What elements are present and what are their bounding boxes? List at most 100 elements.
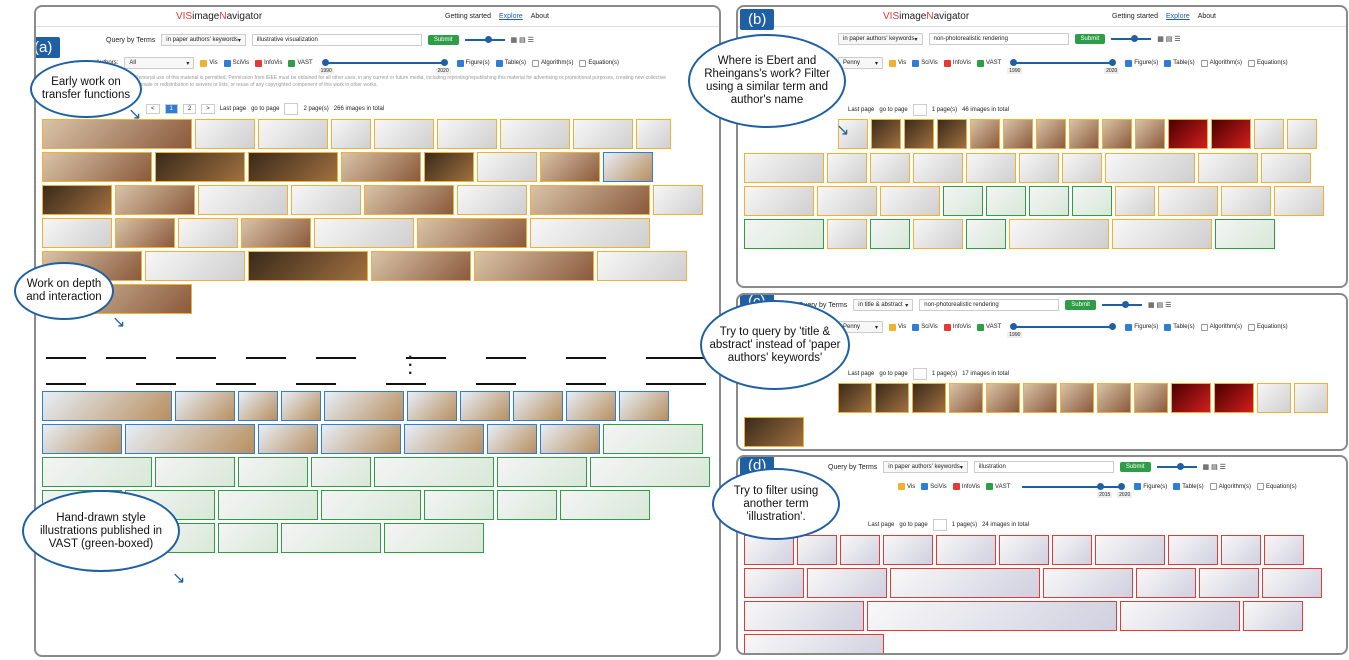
figure-thumbnail[interactable] <box>1062 153 1102 183</box>
figure-thumbnail[interactable] <box>1115 186 1155 216</box>
figure-thumbnail[interactable] <box>324 391 404 421</box>
venue-infovis-checkbox[interactable]: InfoVis <box>255 59 282 67</box>
figure-thumbnail[interactable] <box>1102 119 1132 149</box>
figure-thumbnail[interactable] <box>42 391 172 421</box>
figure-thumbnail[interactable] <box>970 119 1000 149</box>
zoom-slider[interactable] <box>1111 35 1152 42</box>
figure-thumbnail[interactable] <box>364 185 454 215</box>
year-range-slider[interactable]: 1990 <box>1007 323 1117 338</box>
venue-vis-checkbox[interactable]: Vis <box>898 483 915 490</box>
figure-thumbnail[interactable] <box>1257 383 1291 413</box>
go-to-page-input[interactable] <box>912 104 927 116</box>
figure-thumbnail[interactable] <box>374 119 434 149</box>
figure-thumbnail[interactable] <box>1198 153 1258 183</box>
figure-thumbnail[interactable] <box>258 424 318 454</box>
figure-thumbnail[interactable] <box>248 251 368 281</box>
figure-thumbnail[interactable] <box>838 383 872 413</box>
figure-thumbnail[interactable] <box>474 251 594 281</box>
figure-thumbnail[interactable] <box>460 391 510 421</box>
venue-infovis-checkbox[interactable]: InfoVis <box>943 323 971 331</box>
figure-thumbnail[interactable] <box>404 424 484 454</box>
figure-thumbnail[interactable] <box>1009 219 1109 249</box>
figure-thumbnail[interactable] <box>115 185 195 215</box>
figure-thumbnail[interactable] <box>321 490 421 520</box>
figure-thumbnail[interactable] <box>597 251 687 281</box>
figure-thumbnail[interactable] <box>797 535 837 565</box>
page-1-button[interactable]: 1 <box>164 104 178 114</box>
go-to-page-input[interactable] <box>932 519 947 531</box>
figure-thumbnail[interactable] <box>195 119 255 149</box>
venue-vast-checkbox[interactable]: VAST <box>977 59 1001 67</box>
figure-thumbnail[interactable] <box>540 424 600 454</box>
grid-view-icon[interactable]: ▦ ▤ ☰ <box>1203 463 1226 471</box>
figure-thumbnail[interactable] <box>1052 535 1092 565</box>
figure-thumbnail[interactable] <box>198 185 288 215</box>
figure-thumbnail[interactable] <box>424 152 474 182</box>
grid-view-icon[interactable]: ▦ ▤ ☰ <box>1157 35 1180 43</box>
figure-thumbnail[interactable] <box>1105 153 1195 183</box>
figure-thumbnail[interactable] <box>603 152 653 182</box>
figure-thumbnail[interactable] <box>744 601 864 631</box>
nav-getting-started[interactable]: Getting started <box>445 13 491 20</box>
figure-thumbnail[interactable] <box>175 391 235 421</box>
year-range-slider[interactable]: 1990 2020 <box>318 59 451 74</box>
last-page-link[interactable]: Last page <box>220 106 246 112</box>
figure-thumbnail[interactable] <box>540 152 600 182</box>
figure-thumbnail[interactable] <box>437 119 497 149</box>
figure-thumbnail[interactable] <box>1168 119 1208 149</box>
figure-thumbnail[interactable] <box>1135 119 1165 149</box>
figure-thumbnail[interactable] <box>42 424 122 454</box>
venue-infovis-checkbox[interactable]: InfoVis <box>952 483 980 490</box>
type-algorithms-checkbox[interactable]: Algorithm(s) <box>1200 59 1242 67</box>
figure-thumbnail[interactable] <box>913 153 963 183</box>
figure-thumbnail[interactable] <box>875 383 909 413</box>
figure-thumbnail[interactable] <box>417 218 527 248</box>
figure-thumbnail[interactable] <box>42 152 152 182</box>
zoom-slider[interactable] <box>464 36 505 43</box>
figure-thumbnail[interactable] <box>178 218 238 248</box>
figure-thumbnail[interactable] <box>1171 383 1211 413</box>
page-2-button[interactable]: 2 <box>182 104 197 114</box>
figure-thumbnail[interactable] <box>477 152 537 182</box>
figure-thumbnail[interactable] <box>42 457 152 487</box>
figure-thumbnail[interactable] <box>966 219 1006 249</box>
figure-thumbnail[interactable] <box>653 185 703 215</box>
figure-thumbnail[interactable] <box>42 185 112 215</box>
figure-thumbnail[interactable] <box>1254 119 1284 149</box>
figure-thumbnail[interactable] <box>1112 219 1212 249</box>
figure-thumbnail[interactable] <box>1072 186 1112 216</box>
figure-thumbnail[interactable] <box>331 119 371 149</box>
figure-thumbnail[interactable] <box>238 457 308 487</box>
figure-thumbnail[interactable] <box>530 185 650 215</box>
go-to-page-input[interactable] <box>912 368 927 380</box>
figure-thumbnail[interactable] <box>817 186 877 216</box>
query-input[interactable]: illustrative visualization <box>251 34 422 46</box>
figure-thumbnail[interactable] <box>1158 186 1218 216</box>
figure-thumbnail[interactable] <box>890 568 1040 598</box>
figure-thumbnail[interactable] <box>636 119 671 149</box>
query-field-select[interactable]: in paper authors' keywords ▾ <box>883 461 968 473</box>
query-field-select[interactable]: in paper authors' keywords ▾ <box>161 34 246 46</box>
figure-thumbnail[interactable] <box>457 185 527 215</box>
type-equations-checkbox[interactable]: Equation(s) <box>579 59 619 67</box>
nav-getting-started[interactable]: Getting started <box>1112 13 1158 20</box>
venue-vast-checkbox[interactable]: VAST <box>288 59 313 67</box>
figure-thumbnail[interactable] <box>384 523 484 553</box>
app-logo[interactable]: VISimageNavigator <box>883 11 969 22</box>
year-range-slider[interactable]: 1990 2020 <box>1007 59 1120 74</box>
figure-thumbnail[interactable] <box>867 601 1117 631</box>
figure-thumbnail[interactable] <box>904 119 934 149</box>
figure-thumbnail[interactable] <box>827 219 867 249</box>
figure-thumbnail[interactable] <box>744 417 804 447</box>
figure-thumbnail[interactable] <box>949 383 983 413</box>
figure-thumbnail[interactable] <box>566 391 616 421</box>
figure-thumbnail[interactable] <box>1023 383 1057 413</box>
submit-button[interactable]: Submit <box>427 35 459 45</box>
figure-thumbnail[interactable] <box>1136 568 1196 598</box>
last-page-link[interactable]: Last page <box>848 107 874 113</box>
type-algorithms-checkbox[interactable]: Algorithm(s) <box>1209 483 1251 490</box>
venue-scivis-checkbox[interactable]: SciVis <box>912 323 938 331</box>
figure-thumbnail[interactable] <box>1243 601 1303 631</box>
figure-thumbnail[interactable] <box>1168 535 1218 565</box>
figure-thumbnail[interactable] <box>487 424 537 454</box>
